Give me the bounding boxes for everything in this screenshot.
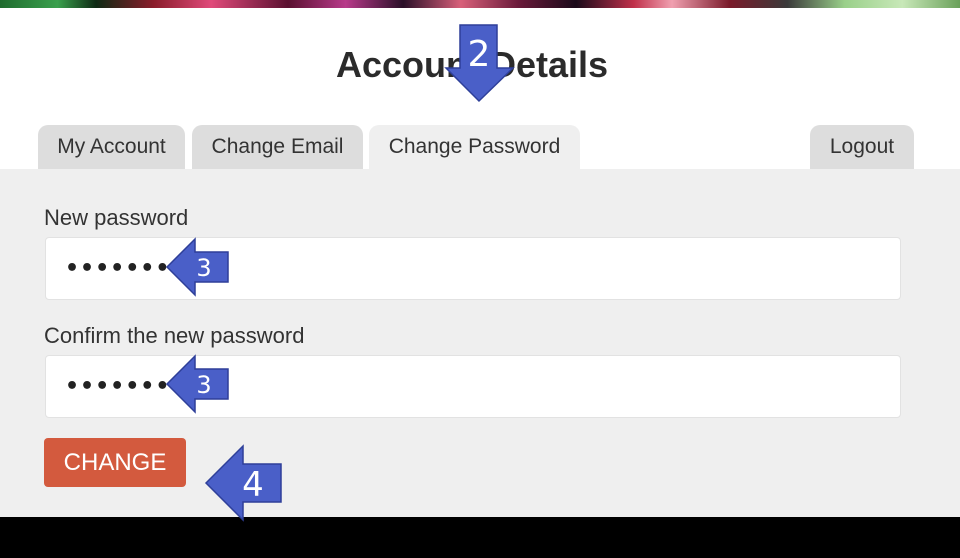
tab-my-account[interactable]: My Account [38,125,185,169]
footer-bar [0,517,960,558]
tab-change-password[interactable]: Change Password [369,125,580,169]
tab-logout[interactable]: Logout [810,125,914,169]
step-4-number: 4 [242,465,264,505]
tab-change-email[interactable]: Change Email [192,125,363,169]
step-3-callout-arrow-confirm-password: 3 [165,354,229,414]
step-3-callout-arrow-new-password: 3 [165,237,229,297]
step-2-number: 2 [468,34,491,75]
confirm-password-label: Confirm the new password [44,323,305,348]
step-4-callout-arrow: 4 [204,444,282,522]
step-3-number-new-password: 3 [196,254,211,282]
new-password-label: New password [44,205,189,230]
header-banner-image [0,0,960,8]
step-3-number-confirm-password: 3 [196,371,211,399]
step-2-callout-arrow: 2 [444,24,515,103]
change-button[interactable]: CHANGE [44,438,186,487]
